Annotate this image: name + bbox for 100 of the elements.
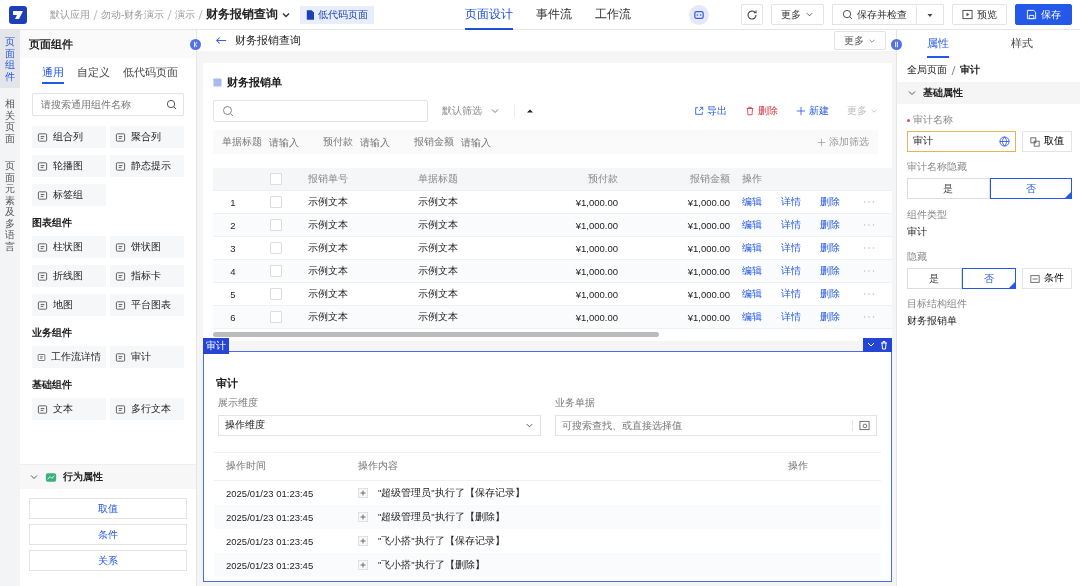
toggle-option[interactable]: 否 (961, 268, 1016, 289)
component-item[interactable]: 静态提示 (110, 155, 184, 177)
more-button[interactable]: 更多 (834, 31, 886, 50)
component-item[interactable]: 聚合列 (110, 126, 184, 148)
filter-field[interactable]: 请输入 (358, 135, 402, 149)
field-label: 审计名称隐藏 (907, 161, 967, 174)
toggle-option[interactable]: 是 (907, 268, 962, 289)
top-tab[interactable]: 事件流 (536, 0, 572, 30)
refresh-button[interactable] (741, 4, 763, 25)
property-tab[interactable]: 属性 (927, 30, 949, 58)
checkbox[interactable] (269, 265, 282, 277)
expand-icon[interactable] (358, 560, 368, 570)
component-item[interactable]: 多行文本 (110, 398, 184, 420)
component-item[interactable]: 指标卡 (110, 265, 184, 287)
group-title: 图表组件 (32, 216, 73, 230)
toggle-option[interactable]: 是 (907, 178, 990, 199)
component-item[interactable]: 审计 (110, 346, 184, 368)
top-tab[interactable]: 工作流 (595, 0, 631, 30)
preview-button[interactable]: 预览 (952, 4, 1007, 25)
expand-icon[interactable] (358, 512, 368, 522)
save-button[interactable]: 保存 (1015, 4, 1072, 25)
row-action-link[interactable]: 详情 (781, 264, 820, 278)
filter-field[interactable]: 请输入 (267, 135, 311, 149)
chevron-icon (805, 10, 814, 19)
page-heading: 财务报销查询 (235, 33, 301, 48)
breadcrumb-link[interactable]: 全局页面 (907, 64, 947, 77)
document-field[interactable]: 可搜索查找、或直接选择值 (554, 415, 877, 436)
row-action-link[interactable]: 详情 (781, 218, 820, 232)
row-action-link[interactable]: 详情 (781, 241, 820, 255)
row-action-link[interactable]: 编辑 (742, 241, 781, 255)
behavior-button[interactable]: 条件 (29, 524, 187, 545)
search-field[interactable]: 请搜索通用组件名称 (32, 93, 184, 116)
toolbar-action[interactable]: 新建 (796, 104, 829, 118)
search-icon[interactable] (166, 99, 177, 110)
row-action-link[interactable]: 详情 (781, 287, 820, 301)
chevron-icon (490, 106, 500, 116)
scrollbar[interactable] (213, 332, 659, 337)
filter-field[interactable]: 请输入 (459, 135, 503, 149)
behavior-button[interactable]: 关系 (29, 550, 187, 571)
checkbox[interactable] (269, 196, 282, 208)
row-action-link[interactable]: 编辑 (742, 287, 781, 301)
checkbox[interactable] (269, 219, 282, 231)
behavior-header[interactable]: 行为属性 (20, 465, 196, 489)
expand-icon[interactable] (358, 536, 368, 546)
trash-icon[interactable] (879, 340, 889, 350)
component-item[interactable]: 工作流详情 (32, 346, 106, 368)
toolbar-action[interactable]: 导出 (694, 104, 727, 118)
checkbox[interactable] (269, 242, 282, 254)
dimension-select[interactable]: 操作维度 (218, 415, 541, 436)
behavior-button[interactable]: 取值 (29, 498, 187, 519)
component-item[interactable]: 组合列 (32, 126, 106, 148)
row-action-link[interactable]: 编辑 (742, 310, 781, 324)
component-tab[interactable]: 通用 (42, 62, 64, 84)
component-item[interactable]: 文本 (32, 398, 106, 420)
row-action-link[interactable]: 编辑 (742, 264, 781, 278)
copy-icon (1030, 136, 1040, 147)
value-button[interactable]: 取值 (1022, 131, 1072, 152)
toggle-option[interactable]: 否 (989, 178, 1072, 199)
top-tab[interactable]: 页面设计 (465, 0, 513, 30)
condition-button[interactable]: 条件 (1022, 268, 1072, 289)
toolbar-action[interactable]: 删除 (745, 104, 778, 118)
row-action-link[interactable]: 编辑 (742, 195, 781, 209)
checkbox[interactable] (269, 173, 282, 185)
component-item[interactable]: 柱状图 (32, 236, 106, 258)
table-cell-text: 示例文本 (418, 287, 459, 301)
component-label: 标签组 (53, 188, 83, 202)
row-action-link[interactable]: 详情 (781, 195, 820, 209)
row-action-link[interactable]: 编辑 (742, 218, 781, 232)
row-action-link[interactable]: 详情 (781, 310, 820, 324)
robot-icon[interactable] (689, 4, 709, 25)
component-tab[interactable]: 自定义 (77, 62, 110, 84)
search-field[interactable] (213, 100, 428, 122)
component-icon (37, 160, 48, 172)
component-item[interactable]: 轮播图 (32, 155, 106, 177)
component-item[interactable]: 地图 (32, 294, 106, 316)
component-item[interactable]: 折线图 (32, 265, 106, 287)
component-item[interactable]: 饼状图 (110, 236, 184, 258)
component-tab[interactable]: 低代码页面 (123, 62, 178, 84)
logo-icon (8, 4, 28, 25)
rail-tab[interactable]: 页面组件 (0, 30, 20, 88)
section-header[interactable]: 基础属性 (897, 82, 1080, 104)
component-item[interactable]: 平台图表 (110, 294, 184, 316)
back-icon[interactable] (215, 36, 227, 45)
row-action-link[interactable]: 删除 (820, 287, 859, 301)
globe-icon[interactable] (999, 136, 1010, 147)
checkbox[interactable] (269, 288, 282, 300)
component-icon (37, 299, 48, 311)
more-button[interactable]: 更多 (771, 4, 824, 25)
property-tab[interactable]: 样式 (1011, 30, 1033, 58)
checkbox[interactable] (269, 311, 282, 323)
row-action-link[interactable]: 删除 (820, 241, 859, 255)
row-action-link[interactable]: 删除 (820, 310, 859, 324)
row-action-link[interactable]: 删除 (820, 218, 859, 232)
expand-icon[interactable] (358, 488, 368, 498)
filter-dropdown[interactable]: 默认筛选 (442, 104, 515, 118)
name-field[interactable]: 审计 (907, 131, 1016, 152)
component-item[interactable]: 标签组 (32, 184, 106, 206)
row-action-link[interactable]: 删除 (820, 264, 859, 278)
row-action-link[interactable]: 删除 (820, 195, 859, 209)
page-title[interactable]: 财务报销查询 (206, 6, 279, 23)
